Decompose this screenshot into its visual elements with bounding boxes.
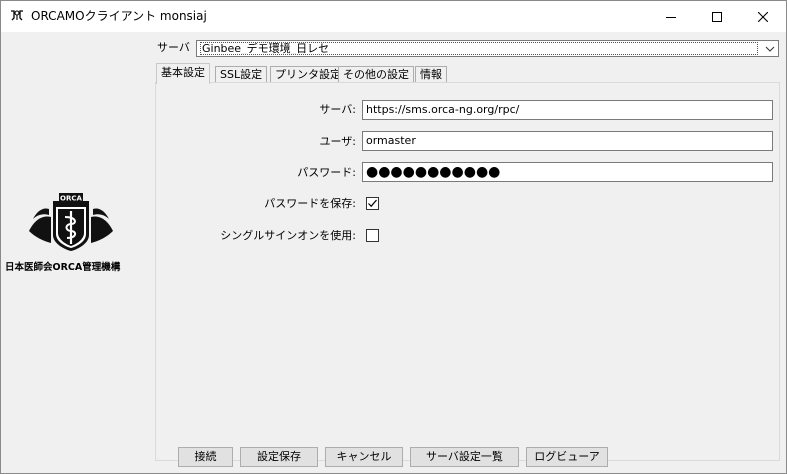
server-url-field[interactable]: https://sms.orca-ng.org/rpc/ (362, 100, 773, 120)
connect-button[interactable]: 接続 (178, 447, 233, 467)
user-field[interactable]: ormaster (362, 131, 773, 151)
server-url-label: サーバ: (319, 103, 356, 116)
minimize-icon (666, 16, 676, 18)
orca-logo-icon: ORCA (29, 193, 113, 251)
maximize-button[interactable] (694, 1, 740, 32)
tab-printer-settings[interactable]: プリンタ設定 (270, 66, 346, 83)
server-select[interactable]: Ginbee_デモ環境_日レセ (196, 40, 779, 57)
server-list-button[interactable]: サーバ設定一覧 (410, 447, 519, 467)
minimize-button[interactable] (648, 1, 694, 32)
server-label: サーバ (157, 41, 190, 54)
settings-panel: サーバ: https://sms.orca-ng.org/rpc/ ユーザ: o… (155, 82, 780, 461)
checkmark-icon (368, 199, 377, 208)
tab-other-settings[interactable]: その他の設定 (338, 66, 414, 83)
app-window: ORCAMOクライアント monsiaj ORCA 日本医師会ORCA管理機構 … (0, 0, 787, 474)
user-label: ユーザ: (319, 135, 357, 148)
close-button[interactable] (740, 1, 786, 32)
tab-basic-settings[interactable]: 基本設定 (156, 63, 210, 84)
logo-caption: 日本医師会ORCA管理機構 (5, 262, 121, 273)
server-select-value: Ginbee_デモ環境_日レセ (200, 42, 758, 55)
logo-emblem-text: ORCA (60, 195, 82, 203)
save-password-label: パスワードを保存: (264, 197, 356, 210)
sso-checkbox[interactable] (366, 229, 379, 242)
tab-info[interactable]: 情報 (415, 66, 447, 83)
log-viewer-button[interactable]: ログビューア (526, 447, 608, 467)
sso-label: シングルサインオンを使用: (220, 229, 356, 242)
client-area: ORCA 日本医師会ORCA管理機構 サーバ Ginbee_デモ環境_日レセ 基… (1, 32, 786, 473)
app-icon (10, 9, 24, 21)
maximize-icon (712, 11, 722, 22)
tab-ssl-settings[interactable]: SSL設定 (215, 66, 268, 83)
save-password-checkbox[interactable] (366, 197, 379, 210)
cancel-button[interactable]: キャンセル (325, 447, 403, 467)
chevron-down-icon[interactable] (761, 41, 778, 56)
password-field[interactable]: ●●●●●●●●●●● (362, 162, 773, 182)
save-settings-button[interactable]: 設定保存 (240, 447, 318, 467)
window-title: ORCAMOクライアント monsiaj (31, 9, 207, 23)
close-icon (758, 11, 768, 22)
title-bar[interactable]: ORCAMOクライアント monsiaj (1, 1, 786, 32)
password-label: パスワード: (297, 166, 356, 179)
